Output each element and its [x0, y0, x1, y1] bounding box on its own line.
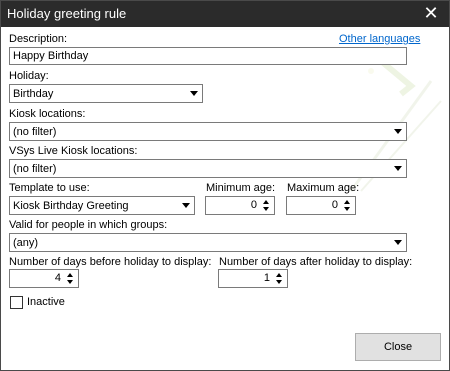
days-after-label: Number of days after holiday to display: — [219, 256, 413, 268]
max-age-value: 0 — [331, 199, 338, 211]
spin-up-icon[interactable] — [273, 271, 286, 279]
chevron-down-icon[interactable] — [390, 123, 406, 140]
days-before-stepper[interactable]: 4 — [9, 269, 79, 288]
vsys-locations-value: (no filter) — [13, 163, 57, 175]
spin-up-icon[interactable] — [341, 198, 354, 206]
dialog-window: Holiday greeting rule ✕ Description: Oth… — [0, 0, 450, 371]
days-before-value: 4 — [54, 272, 61, 284]
window-title: Holiday greeting rule — [7, 6, 127, 21]
groups-value: (any) — [13, 237, 39, 249]
kiosk-locations-select[interactable]: (no filter) — [9, 122, 407, 141]
close-button[interactable]: Close — [355, 333, 441, 361]
days-after-stepper[interactable]: 1 — [218, 269, 288, 288]
kiosk-locations-value: (no filter) — [13, 126, 57, 138]
spin-down-icon[interactable] — [64, 279, 77, 287]
spin-down-icon[interactable] — [260, 206, 273, 214]
holiday-value: Birthday — [13, 88, 54, 100]
days-before-label: Number of days before holiday to display… — [9, 256, 212, 268]
max-age-stepper[interactable]: 0 — [286, 196, 356, 215]
other-languages-link[interactable]: Other languages — [339, 33, 420, 45]
spin-down-icon[interactable] — [341, 206, 354, 214]
spin-down-icon[interactable] — [273, 279, 286, 287]
close-window-icon[interactable]: ✕ — [413, 1, 449, 27]
holiday-label: Holiday: — [9, 70, 49, 82]
groups-select[interactable]: (any) — [9, 233, 407, 252]
min-age-label: Minimum age: — [206, 182, 276, 194]
chevron-down-icon[interactable] — [390, 160, 406, 177]
min-age-value: 0 — [250, 199, 257, 211]
template-label: Template to use: — [9, 182, 90, 194]
description-label: Description: — [9, 33, 68, 45]
vsys-locations-label: VSys Live Kiosk locations: — [9, 145, 138, 157]
inactive-checkbox[interactable] — [10, 296, 23, 309]
chevron-down-icon[interactable] — [186, 85, 202, 102]
max-age-label: Maximum age: — [287, 182, 360, 194]
spin-up-icon[interactable] — [64, 271, 77, 279]
kiosk-locations-label: Kiosk locations: — [9, 108, 86, 120]
vsys-locations-select[interactable]: (no filter) — [9, 159, 407, 178]
template-select[interactable]: Kiosk Birthday Greeting — [9, 196, 195, 215]
inactive-label[interactable]: Inactive — [27, 296, 65, 308]
groups-label: Valid for people in which groups: — [9, 219, 168, 231]
chevron-down-icon[interactable] — [178, 197, 194, 214]
holiday-select[interactable]: Birthday — [9, 84, 203, 103]
title-bar: Holiday greeting rule ✕ — [1, 1, 449, 27]
description-input[interactable]: Happy Birthday — [9, 47, 407, 65]
chevron-down-icon[interactable] — [390, 234, 406, 251]
days-after-value: 1 — [263, 272, 270, 284]
min-age-stepper[interactable]: 0 — [205, 196, 275, 215]
spin-up-icon[interactable] — [260, 198, 273, 206]
template-value: Kiosk Birthday Greeting — [13, 200, 129, 212]
